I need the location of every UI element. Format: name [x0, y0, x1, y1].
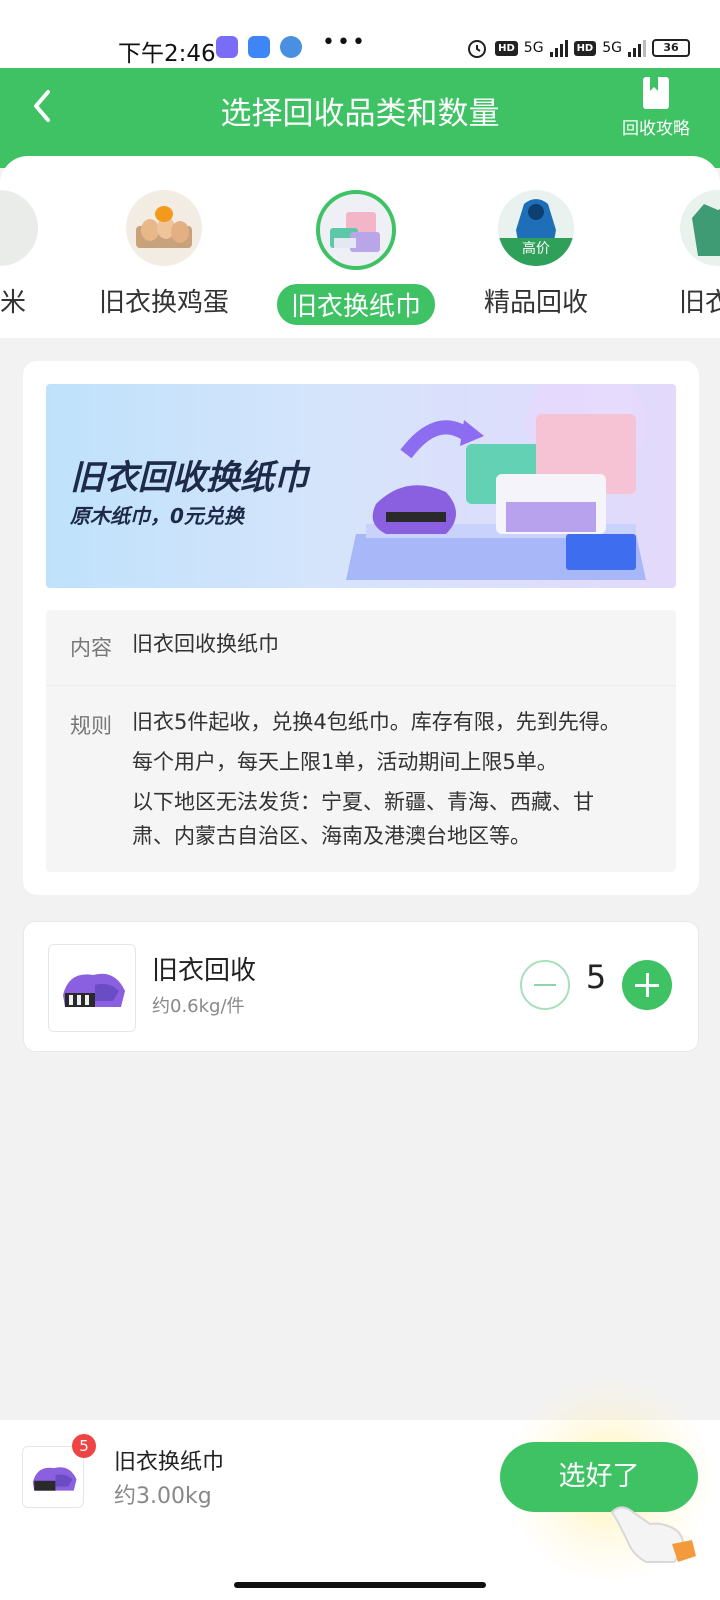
summary-weight: 约3.00kg	[114, 1484, 212, 1509]
rule-line: 以下地区无法发货：宁夏、新疆、青海、西藏、甘	[132, 790, 594, 814]
book-icon	[643, 77, 669, 109]
clothes-image	[32, 1467, 77, 1491]
battery-icon: 36	[652, 39, 690, 57]
category-label: 旧衣回	[678, 288, 720, 318]
hd-badge: HD	[573, 40, 597, 56]
category-label: 旧衣换纸巾	[276, 284, 435, 325]
recycle-item-card: 旧衣回收 约0.6kg/件 5	[23, 921, 699, 1052]
activity-info-card: 旧衣回收换纸巾 原木纸巾，0元兑换 内容 旧衣回收换纸巾 规则 旧衣5件起收，兑…	[23, 361, 699, 895]
item-name: 旧衣回收	[152, 956, 257, 986]
category-image	[680, 190, 720, 266]
category-label: 旧衣换鸡蛋	[98, 288, 229, 318]
content-label: 内容	[70, 636, 112, 660]
item-thumbnail	[48, 944, 136, 1032]
rule-line: 每个用户，每天上限1单，活动期间上限5单。	[132, 750, 558, 774]
status-icons: HD 5G HD 5G 36	[465, 36, 690, 60]
item-weight: 约0.6kg/件	[152, 996, 245, 1017]
status-time: 下午2:46	[118, 41, 216, 67]
increase-quantity-button[interactable]	[622, 960, 672, 1010]
broadcast-icon	[280, 36, 302, 58]
hd-badge: HD	[495, 40, 518, 56]
signal-icon	[628, 39, 646, 57]
bottom-summary-bar: 5 旧衣换纸巾 约3.00kg 选好了	[0, 1380, 720, 1600]
coat-image	[692, 204, 720, 256]
category-item-tissues[interactable]: 旧衣换纸巾	[276, 190, 436, 325]
category-image	[0, 190, 38, 266]
category-image	[126, 190, 202, 266]
category-image: 高价	[498, 190, 574, 266]
recycle-guide-button[interactable]: 回收攻略	[616, 76, 696, 139]
banner-title: 旧衣回收换纸巾	[70, 458, 308, 498]
app-notification-icon	[216, 36, 238, 58]
rule-line: 旧衣5件起收，兑换4包纸巾。库存有限，先到先得。	[132, 710, 621, 734]
summary-thumbnail[interactable]	[22, 1446, 84, 1508]
promo-banner: 旧衣回收换纸巾 原木纸巾，0元兑换	[46, 384, 676, 588]
alarm-icon	[468, 40, 487, 58]
content-row: 内容 旧衣回收换纸巾	[46, 610, 676, 686]
content-value: 旧衣回收换纸巾	[132, 632, 279, 656]
guide-label: 回收攻略	[622, 119, 690, 139]
rules-text: 旧衣5件起收，兑换4包纸巾。库存有限，先到先得。 每个用户，每天上限1单，活动期…	[132, 705, 621, 853]
banner-subtitle: 原木纸巾，0元兑换	[70, 504, 244, 528]
network-type-label: 5G	[602, 40, 622, 56]
category-item-eggs[interactable]: 旧衣换鸡蛋	[84, 190, 244, 321]
category-label: 大米	[0, 288, 26, 318]
category-item-rice[interactable]: 大米	[0, 190, 80, 321]
signal-icon	[549, 39, 568, 57]
tissues-image	[330, 212, 380, 252]
category-image	[316, 190, 396, 270]
category-item-premium[interactable]: 高价 精品回收	[456, 190, 616, 321]
page-title: 选择回收品类和数量	[220, 96, 500, 132]
category-label: 精品回收	[483, 288, 588, 318]
status-bar: 下午2:46 ••• HD 5G HD 5G 36	[0, 0, 720, 68]
app-header: 选择回收品类和数量 回收攻略	[0, 68, 720, 168]
category-item-clothes[interactable]: 旧衣回	[638, 190, 720, 321]
high-price-tag: 高价	[522, 241, 550, 257]
category-strip: 大米 旧衣换鸡蛋 旧衣换纸巾	[0, 156, 720, 338]
rules-label: 规则	[70, 714, 112, 738]
home-indicator	[234, 1582, 486, 1588]
eggs-image	[136, 206, 192, 248]
item-count-badge: 5	[72, 1434, 96, 1458]
clothes-image	[63, 973, 125, 1007]
more-notifications-icon: •••	[322, 30, 367, 55]
decrease-quantity-button[interactable]	[520, 960, 570, 1010]
rule-line: 肃、内蒙古自治区、海南及港澳台地区等。	[132, 824, 531, 848]
summary-name: 旧衣换纸巾	[114, 1450, 225, 1475]
pointing-hand-icon	[610, 1506, 696, 1563]
app-notification-icon	[248, 36, 270, 58]
network-type-label: 5G	[523, 40, 544, 56]
quantity-value: 5	[585, 958, 607, 996]
activity-details: 内容 旧衣回收换纸巾 规则 旧衣5件起收，兑换4包纸巾。库存有限，先到先得。 每…	[46, 610, 676, 872]
